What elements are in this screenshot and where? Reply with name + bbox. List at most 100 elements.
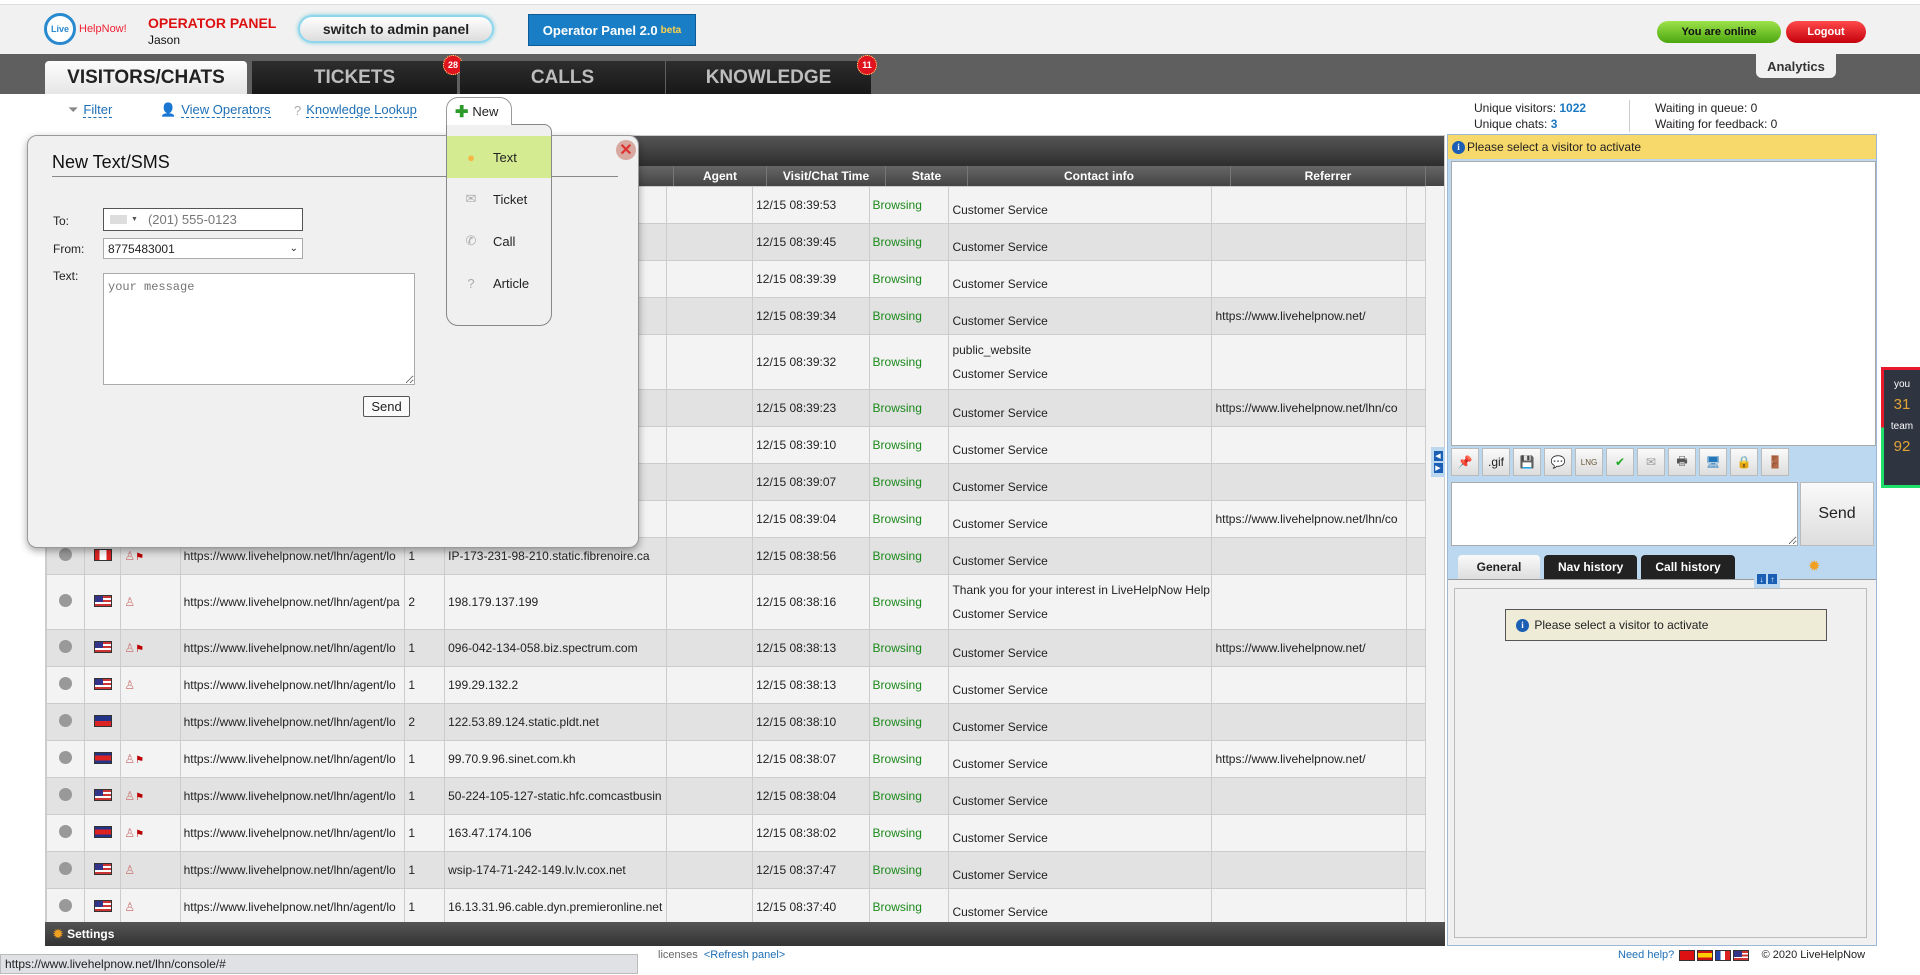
tab-label: KNOWLEDGE bbox=[705, 66, 832, 88]
referrer-cell bbox=[1211, 186, 1407, 224]
language-button[interactable]: LNG bbox=[1575, 448, 1603, 476]
operator-panel-2-button[interactable]: Operator Panel 2.0 beta bbox=[528, 14, 696, 46]
view-operators-link[interactable]: View Operators bbox=[181, 102, 271, 118]
referrer-cell: https://www.livehelpnow.net/lhn/co bbox=[1211, 389, 1407, 427]
screen-share-icon[interactable]: 🖥 bbox=[1699, 448, 1727, 476]
visitor-icon: ♙ bbox=[124, 900, 136, 914]
switch-admin-button[interactable]: switch to admin panel bbox=[298, 15, 494, 43]
arrow-up-icon[interactable]: ↑ bbox=[1768, 574, 1777, 584]
transfer-icon[interactable]: 💬 bbox=[1544, 448, 1572, 476]
referrer-cell: https://www.livehelpnow.net/ bbox=[1211, 297, 1407, 335]
panel-resize-arrows[interactable]: ◀ ▶ bbox=[1431, 447, 1445, 477]
tab-tickets[interactable]: TICKETS 28 bbox=[252, 55, 463, 94]
unique-chats-label: Unique chats: bbox=[1474, 117, 1548, 131]
table-row[interactable]: ♙⚑ https://www.livehelpnow.net/lhn/agent/… bbox=[45, 740, 1427, 778]
spellcheck-icon[interactable]: ✔ bbox=[1606, 448, 1634, 476]
collapse-arrows[interactable]: ↓ ↑ bbox=[1754, 574, 1780, 588]
close-icon[interactable]: ✕ bbox=[616, 140, 636, 160]
new-menu: ● Text ✉ Ticket ✆ Call ? Article bbox=[446, 124, 552, 326]
caret-down-icon[interactable]: ▼ bbox=[131, 216, 138, 223]
chat-toolbar: 📌 .gif 💾 💬 LNG ✔ ✉ 🖶 🖥 🔒 🚪 bbox=[1451, 448, 1789, 478]
visitor-icon: ♙ bbox=[124, 752, 136, 766]
tab-general[interactable]: General bbox=[1458, 555, 1540, 579]
contact-cell: Customer Service bbox=[948, 814, 1213, 852]
col-agent[interactable]: Agent bbox=[674, 166, 767, 186]
new-button[interactable]: ✚ New bbox=[446, 97, 512, 125]
flag-us-icon[interactable] bbox=[1733, 949, 1750, 961]
send-sms-button[interactable]: Send bbox=[363, 396, 410, 417]
tab-nav-history[interactable]: Nav history bbox=[1544, 555, 1638, 579]
table-row[interactable]: ♙ https://www.livehelpnow.net/lhn/agent/l… bbox=[45, 666, 1427, 704]
status-dot-icon bbox=[59, 677, 73, 690]
contact-dept: Customer Service bbox=[952, 203, 1048, 217]
col-contact-info[interactable]: Contact info bbox=[968, 166, 1231, 186]
table-row[interactable]: ♙⚑ https://www.livehelpnow.net/lhn/agent/… bbox=[45, 814, 1427, 852]
flag-es-icon[interactable] bbox=[1697, 949, 1714, 961]
arrow-down-icon[interactable]: ↓ bbox=[1757, 574, 1766, 584]
chat-send-button[interactable]: Send bbox=[1800, 482, 1874, 546]
save-icon[interactable]: 💾 bbox=[1513, 448, 1541, 476]
agent-cell bbox=[666, 666, 754, 704]
tab-call-history[interactable]: Call history bbox=[1641, 555, 1735, 579]
col-referrer[interactable]: Referrer bbox=[1231, 166, 1426, 186]
analytics-button[interactable]: Analytics bbox=[1756, 54, 1836, 78]
table-row[interactable]: ♙ https://www.livehelpnow.net/lhn/agent/p… bbox=[45, 574, 1427, 630]
menu-item-ticket[interactable]: ✉ Ticket bbox=[447, 178, 551, 220]
filter-link[interactable]: Filter bbox=[83, 102, 113, 118]
country-flag-icon[interactable] bbox=[110, 215, 127, 224]
contact-dept: Customer Service bbox=[952, 868, 1048, 882]
col-state[interactable]: State bbox=[886, 166, 968, 186]
menu-item-call[interactable]: ✆ Call bbox=[447, 220, 551, 262]
state-cell: Browsing bbox=[868, 851, 950, 889]
logout-button[interactable]: Logout bbox=[1786, 21, 1866, 43]
question-icon: ? bbox=[467, 275, 475, 291]
agent-cell bbox=[666, 777, 754, 815]
tab-calls[interactable]: CALLS bbox=[460, 61, 665, 94]
lock-icon[interactable]: 🔒 bbox=[1730, 448, 1758, 476]
col-visit-time[interactable]: Visit/Chat Time bbox=[767, 166, 886, 186]
menu-item-article[interactable]: ? Article bbox=[447, 262, 551, 304]
envelope-icon: ✉ bbox=[465, 191, 477, 206]
to-phone-input[interactable]: ▼ (201) 555-0123 bbox=[103, 208, 303, 231]
dialog-title: New Text/SMS bbox=[52, 152, 170, 172]
red-flag-icon: ⚑ bbox=[135, 552, 145, 563]
contact-dept: Customer Service bbox=[952, 517, 1048, 531]
from-select[interactable]: 8775483001 ⌄ bbox=[103, 238, 303, 259]
table-row[interactable]: ♙⚑ https://www.livehelpnow.net/lhn/agent/… bbox=[45, 629, 1427, 667]
arrow-right-icon[interactable]: ▶ bbox=[1433, 463, 1443, 473]
country-flag-icon bbox=[93, 788, 112, 801]
status-cell bbox=[45, 888, 86, 926]
menu-item-text[interactable]: ● Text bbox=[447, 136, 551, 178]
refresh-panel-link[interactable]: <Refresh panel> bbox=[704, 949, 785, 961]
table-row[interactable]: ♙⚑ https://www.livehelpnow.net/lhn/agent/… bbox=[45, 777, 1427, 815]
time-cell: 12/15 08:39:45 bbox=[752, 223, 870, 261]
flag-fr-icon[interactable] bbox=[1715, 949, 1732, 961]
email-icon[interactable]: ✉ bbox=[1637, 448, 1665, 476]
referrer-cell bbox=[1211, 537, 1407, 575]
contact-dept: Customer Service bbox=[952, 367, 1048, 381]
flag-cn-icon[interactable] bbox=[1679, 949, 1696, 961]
red-flag-icon: ⚑ bbox=[135, 644, 145, 655]
knowledge-lookup-link[interactable]: Knowledge Lookup bbox=[306, 102, 417, 118]
exit-icon[interactable]: 🚪 bbox=[1761, 448, 1789, 476]
table-row[interactable]: ♙ https://www.livehelpnow.net/lhn/agent/l… bbox=[45, 888, 1427, 926]
contact-dept: Customer Service bbox=[952, 314, 1048, 328]
info-icon: i bbox=[1516, 618, 1529, 632]
table-row[interactable]: ♙ https://www.livehelpnow.net/lhn/agent/l… bbox=[45, 851, 1427, 889]
tab-visitors-chats[interactable]: VISITORS/CHATS bbox=[45, 61, 247, 94]
chat-message-input[interactable] bbox=[1451, 482, 1798, 546]
pin-icon[interactable]: 📌 bbox=[1451, 448, 1479, 476]
arrow-left-icon[interactable]: ◀ bbox=[1433, 451, 1443, 461]
status-cell bbox=[45, 629, 86, 667]
icons-cell: ♙⚑ bbox=[120, 777, 181, 815]
tab-knowledge[interactable]: KNOWLEDGE 11 bbox=[666, 55, 877, 94]
settings-bar[interactable]: ✹ Settings bbox=[45, 922, 1445, 946]
print-icon[interactable]: 🖶 bbox=[1668, 448, 1696, 476]
score-widget[interactable]: you 31 team 92 bbox=[1881, 367, 1920, 488]
table-row[interactable]: https://www.livehelpnow.net/lhn/agent/lo… bbox=[45, 703, 1427, 741]
gear-icon[interactable]: ✹ bbox=[1808, 557, 1821, 575]
need-help-link[interactable]: Need help? bbox=[1618, 949, 1674, 961]
online-status-button[interactable]: You are online bbox=[1657, 21, 1781, 43]
message-textarea[interactable] bbox=[103, 273, 415, 385]
gif-button[interactable]: .gif bbox=[1482, 448, 1510, 476]
